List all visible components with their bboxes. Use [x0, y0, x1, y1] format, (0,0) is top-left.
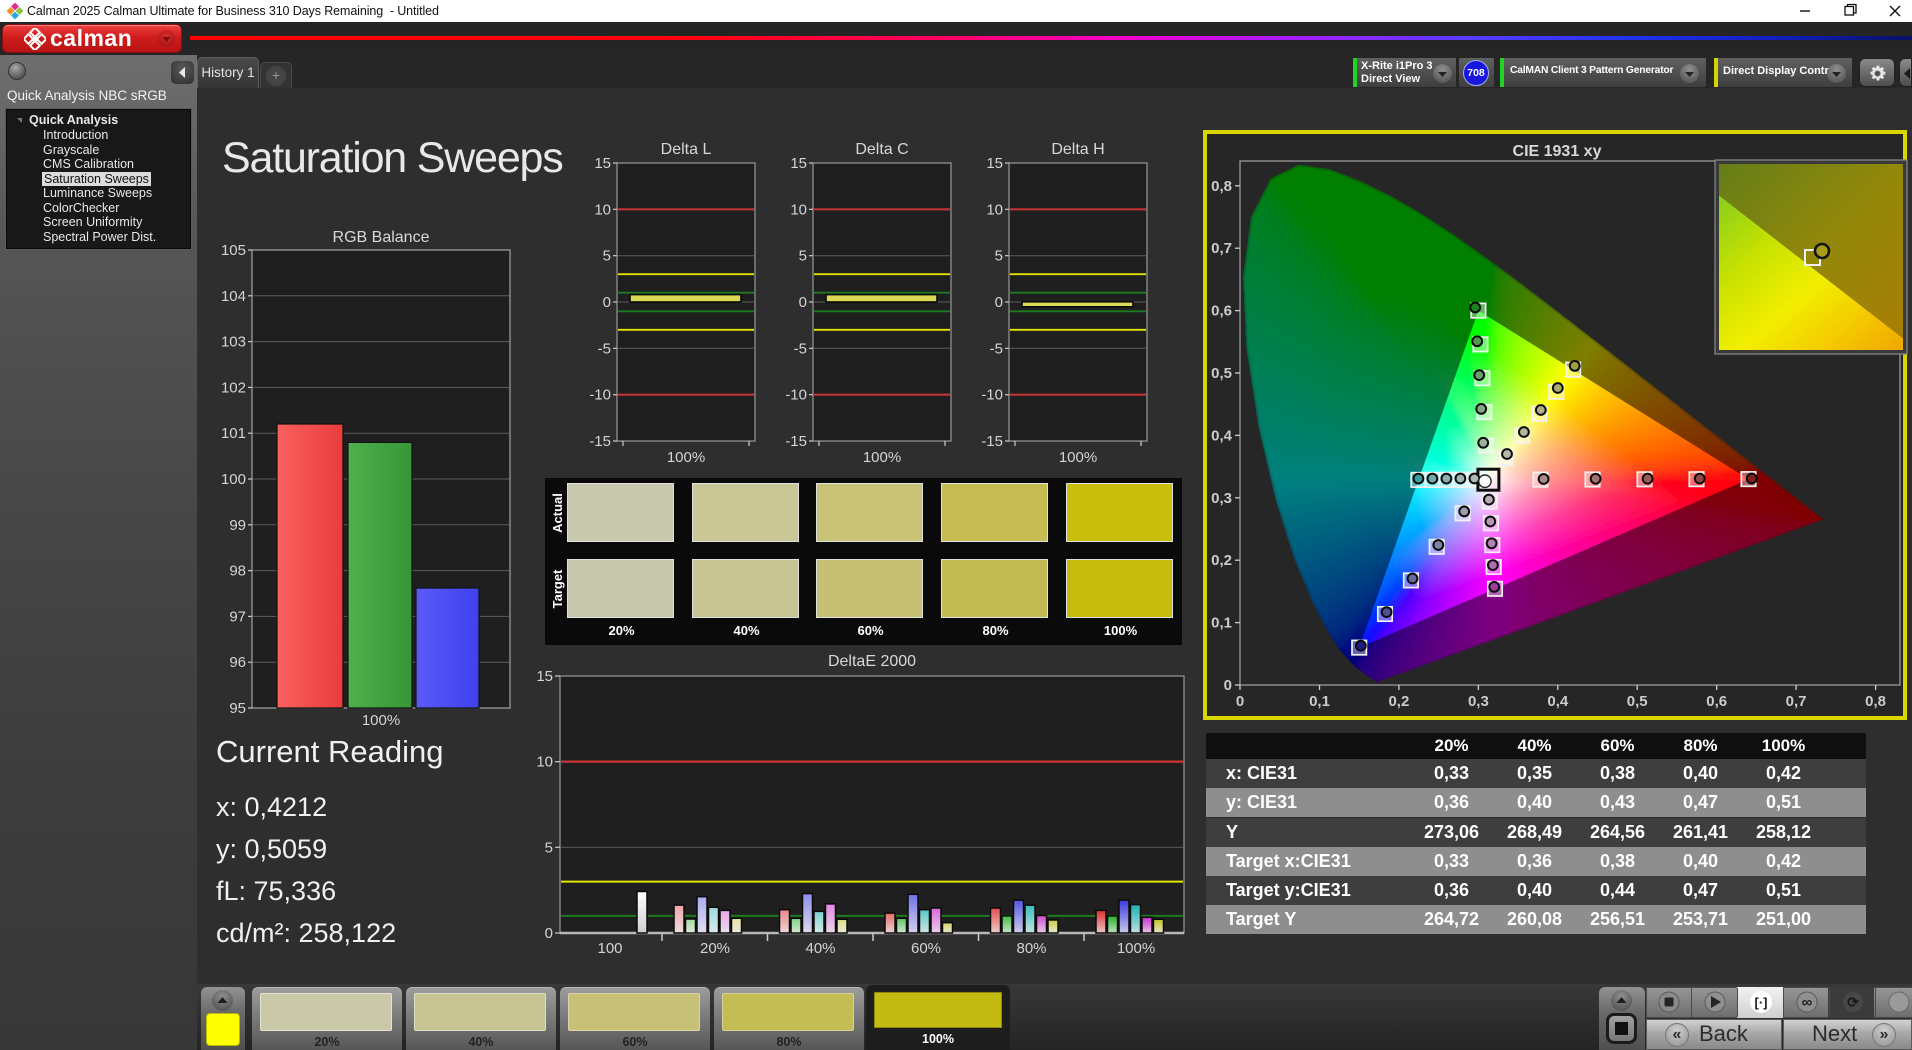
svg-text:98: 98 [229, 563, 246, 580]
svg-text:0,5: 0,5 [1211, 365, 1232, 382]
svg-text:0,4: 0,4 [1547, 693, 1569, 710]
svg-text:0,8: 0,8 [1211, 178, 1232, 195]
svg-text:Delta C: Delta C [855, 141, 908, 158]
svg-text:0,1: 0,1 [1211, 615, 1232, 632]
svg-text:Delta H: Delta H [1051, 141, 1104, 158]
svg-text:-5: -5 [990, 340, 1003, 357]
svg-text:100%: 100% [863, 449, 901, 466]
svg-text:-10: -10 [981, 387, 1003, 404]
svg-text:15: 15 [594, 155, 611, 172]
svg-text:104: 104 [221, 288, 246, 305]
svg-text:0,6: 0,6 [1211, 303, 1232, 320]
svg-text:97: 97 [229, 608, 246, 625]
svg-text:80%: 80% [1016, 940, 1046, 957]
svg-text:-15: -15 [981, 433, 1003, 450]
svg-text:0,3: 0,3 [1211, 490, 1232, 507]
svg-text:101: 101 [221, 425, 246, 442]
svg-text:100%: 100% [1117, 940, 1155, 957]
svg-text:15: 15 [790, 155, 807, 172]
svg-text:0,7: 0,7 [1786, 693, 1807, 710]
svg-text:-15: -15 [785, 433, 807, 450]
svg-text:0,2: 0,2 [1388, 693, 1409, 710]
svg-text:5: 5 [603, 248, 611, 265]
svg-text:0: 0 [1236, 693, 1244, 710]
svg-text:15: 15 [986, 155, 1003, 172]
svg-text:100%: 100% [667, 449, 705, 466]
svg-text:40%: 40% [805, 940, 835, 957]
svg-text:20%: 20% [700, 940, 730, 957]
svg-text:0,6: 0,6 [1706, 693, 1727, 710]
svg-text:0,7: 0,7 [1211, 240, 1232, 257]
svg-text:0: 0 [603, 294, 611, 311]
svg-text:105: 105 [221, 242, 246, 259]
svg-text:100%: 100% [1059, 449, 1097, 466]
svg-text:0,8: 0,8 [1865, 693, 1886, 710]
svg-text:-10: -10 [785, 387, 807, 404]
svg-text:-5: -5 [794, 340, 807, 357]
svg-text:5: 5 [545, 839, 553, 856]
svg-text:103: 103 [221, 334, 246, 351]
svg-text:0,3: 0,3 [1468, 693, 1489, 710]
svg-text:0: 0 [799, 294, 807, 311]
svg-text:102: 102 [221, 379, 246, 396]
svg-text:0,2: 0,2 [1211, 552, 1232, 569]
svg-text:-10: -10 [589, 387, 611, 404]
svg-text:0,4: 0,4 [1211, 427, 1233, 444]
svg-text:0,5: 0,5 [1627, 693, 1648, 710]
svg-text:5: 5 [995, 248, 1003, 265]
svg-text:95: 95 [229, 700, 246, 717]
svg-text:100%: 100% [362, 712, 400, 729]
svg-text:10: 10 [594, 201, 611, 218]
svg-text:Delta L: Delta L [661, 141, 712, 158]
svg-text:RGB Balance: RGB Balance [333, 229, 430, 246]
svg-text:CIE 1931 xy: CIE 1931 xy [1513, 143, 1602, 160]
svg-text:10: 10 [536, 754, 553, 771]
svg-text:[·]: [·] [1755, 995, 1768, 1010]
svg-text:5: 5 [799, 248, 807, 265]
svg-text:∞: ∞ [1802, 994, 1813, 1011]
svg-text:-5: -5 [598, 340, 611, 357]
svg-text:-15: -15 [589, 433, 611, 450]
svg-text:10: 10 [986, 201, 1003, 218]
svg-text:⟳: ⟳ [1847, 994, 1859, 1010]
svg-text:0,1: 0,1 [1309, 693, 1330, 710]
svg-text:0: 0 [545, 925, 553, 942]
svg-text:0: 0 [995, 294, 1003, 311]
svg-text:100: 100 [221, 471, 246, 488]
svg-text:60%: 60% [911, 940, 941, 957]
svg-text:96: 96 [229, 654, 246, 671]
svg-text:99: 99 [229, 517, 246, 534]
svg-text:DeltaE 2000: DeltaE 2000 [828, 653, 916, 670]
svg-text:100: 100 [597, 940, 622, 957]
svg-text:0: 0 [1224, 677, 1232, 694]
svg-text:10: 10 [790, 201, 807, 218]
svg-text:15: 15 [536, 668, 553, 685]
